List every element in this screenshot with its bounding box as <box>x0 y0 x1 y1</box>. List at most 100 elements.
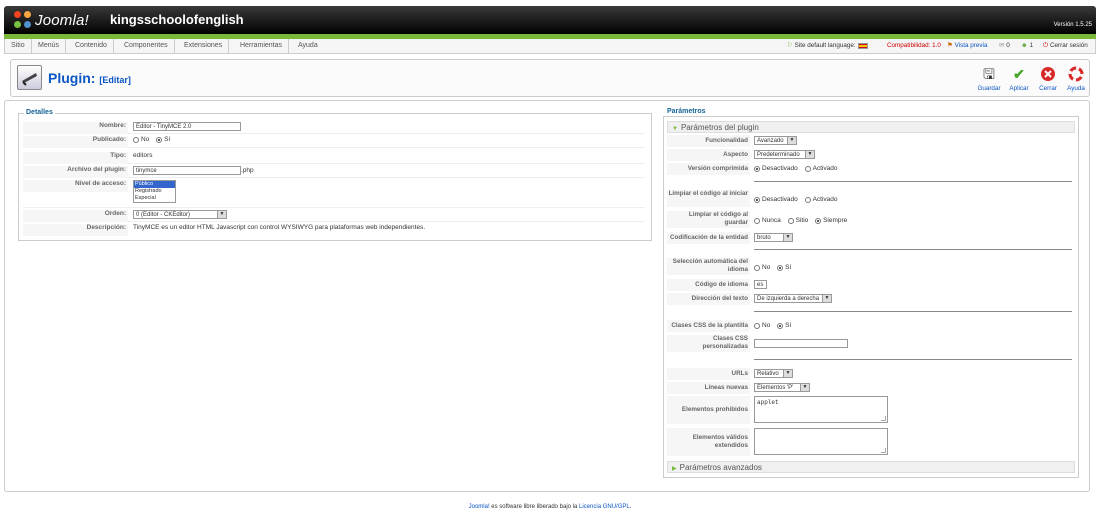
version-label: Versión comprimida <box>667 163 750 175</box>
access-listbox[interactable]: Público Registrado Especial <box>133 180 176 203</box>
type-row: Tipo: editors <box>23 150 645 164</box>
clases-no-label: No <box>762 322 771 329</box>
aspecto-value: Predeterminado <box>757 152 800 158</box>
plugin-icon <box>17 65 42 90</box>
lineas-label: Líneas nuevas <box>667 382 750 394</box>
main-menubar: Sitio Menús Contenido Componentes Extens… <box>4 39 1096 54</box>
site-language-label: Site default language: <box>794 42 856 49</box>
codificacion-select[interactable]: bruto ▼ <box>754 233 793 242</box>
menu-ayuda[interactable]: Ayuda <box>292 39 324 53</box>
file-label: Archivo del plugin: <box>23 166 128 178</box>
aspecto-label: Aspecto <box>667 149 750 161</box>
order-select[interactable]: 0 (Editor - CKEditor) ▼ <box>133 210 227 219</box>
close-button[interactable]: Cerrar <box>1034 66 1062 94</box>
version-on-radio[interactable] <box>804 165 811 172</box>
clases-si-radio[interactable] <box>777 322 784 329</box>
separator <box>754 249 1072 250</box>
menu-sitio[interactable]: Sitio <box>5 39 32 53</box>
funcionalidad-select[interactable]: Avanzado ▼ <box>754 136 797 145</box>
messages-icon: ✉ <box>999 42 1005 49</box>
access-option-registered[interactable]: Registrado <box>134 188 175 195</box>
lineas-select[interactable]: Elementos 'P' ▼ <box>754 383 810 392</box>
joomla-logo[interactable]: Joomla! <box>14 11 89 29</box>
messages-count[interactable]: ✉ 0 <box>999 39 1010 53</box>
plugin-params-header[interactable]: ▼ Parámetros del plugin <box>667 121 1075 133</box>
chevron-down-icon: ▼ <box>800 384 809 391</box>
description-value: TinyMCE es un editor HTML Javascript con… <box>133 224 426 231</box>
clases-no-radio[interactable] <box>754 322 760 329</box>
separator <box>754 311 1072 312</box>
type-label: Tipo: <box>23 152 128 164</box>
menu-extensiones[interactable]: Extensiones <box>178 39 230 53</box>
published-row: Publicado: No Sí <box>23 134 645 148</box>
menu-menus[interactable]: Menús <box>32 39 67 53</box>
compat-status: Compatibilidad: 1.0 <box>887 42 941 49</box>
page-subtitle: [Editar] <box>99 75 131 85</box>
logout-link[interactable]: ⏻ Cerrar sesión <box>1043 39 1088 53</box>
guardar-siempre-radio[interactable] <box>815 217 822 224</box>
expanded-triangle-icon: ▼ <box>672 126 678 132</box>
codificacion-label: Codificación de la entidad <box>667 232 750 244</box>
limpiar-on-label: Activado <box>812 196 838 203</box>
logo-text: Joomla! <box>35 11 89 29</box>
access-option-public[interactable]: Público <box>134 181 175 188</box>
menu-componentes[interactable]: Componentes <box>118 39 175 53</box>
menu-contenido[interactable]: Contenido <box>69 39 114 53</box>
close-icon <box>1039 66 1057 82</box>
clases-personalizadas-label: Clases CSS personalizadas <box>667 335 750 352</box>
users-icon: ☻ <box>1021 42 1028 49</box>
validos-textarea[interactable] <box>754 428 888 455</box>
help-button[interactable]: Ayuda <box>1062 66 1090 94</box>
file-input[interactable]: tinymce <box>133 166 241 175</box>
codificacion-value: bruto <box>757 235 771 241</box>
advanced-params-header[interactable]: ▶ Parámetros avanzados <box>667 461 1075 473</box>
aspecto-select[interactable]: Predeterminado ▼ <box>754 150 815 159</box>
apply-button[interactable]: ✔ Aplicar <box>1005 66 1033 94</box>
chevron-down-icon: ▼ <box>822 295 831 302</box>
joomla-link[interactable]: Joomla! <box>469 504 490 510</box>
description-row: Descripción: TinyMCE es un editor HTML J… <box>23 222 645 236</box>
help-label: Ayuda <box>1067 85 1085 92</box>
chevron-down-icon: ▼ <box>783 370 792 377</box>
guardar-sitio-radio[interactable] <box>787 217 794 224</box>
admin-header: Joomla! kingsschoolofenglish Versión 1.5… <box>4 6 1096 34</box>
logout-icon: ⏻ <box>1043 42 1048 49</box>
published-yes-radio[interactable] <box>156 136 163 143</box>
prohibidos-textarea[interactable]: applet <box>754 396 888 423</box>
preview-link[interactable]: ⚑ Vista previa <box>947 39 987 53</box>
version-off-radio[interactable] <box>754 165 760 172</box>
guardar-nunca-radio[interactable] <box>754 217 760 224</box>
published-no-radio[interactable] <box>133 136 139 143</box>
save-button[interactable]: 🖫 Guardar <box>975 66 1003 94</box>
direccion-select[interactable]: De izquierda a derecha ▼ <box>754 294 832 303</box>
seleccion-si-radio[interactable] <box>777 264 784 271</box>
direccion-label: Dirección del texto <box>667 293 750 305</box>
menu-herramientas[interactable]: Herramientas <box>234 39 290 53</box>
file-row: Archivo del plugin: tinymce .php <box>23 164 645 178</box>
users-value: 1 <box>1029 42 1034 49</box>
details-fieldset: Nombre: Editor - TinyMCE 2.0 Publicado: … <box>18 113 652 241</box>
limpiar-off-label: Desactivado <box>762 196 798 203</box>
license-link[interactable]: Licencia GNU/GPL <box>579 504 630 510</box>
plugin-params-title: Parámetros del plugin <box>680 123 759 132</box>
chevron-down-icon: ▼ <box>787 137 796 144</box>
chevron-down-icon: ▼ <box>805 151 814 158</box>
page-title: Plugin: [Editar] <box>48 70 131 86</box>
limpiar-on-radio[interactable] <box>804 196 811 203</box>
prohibidos-label: Elementos prohibidos <box>667 396 750 424</box>
site-language-status: ⚐ Site default language: <box>787 39 868 53</box>
seleccion-no-radio[interactable] <box>754 264 760 271</box>
seleccion-no-label: No <box>762 264 771 271</box>
access-option-special[interactable]: Especial <box>134 195 175 202</box>
published-no-label: No <box>141 136 150 143</box>
guardar-nunca-label: Nunca <box>762 217 781 224</box>
limpiar-off-radio[interactable] <box>754 196 760 203</box>
file-extension: .php <box>241 167 254 174</box>
name-input[interactable]: Editor - TinyMCE 2.0 <box>133 122 241 131</box>
codigo-idioma-input[interactable]: es <box>754 280 767 289</box>
validos-label: Elementos válidos extendidos <box>667 428 750 456</box>
urls-select[interactable]: Relativo ▼ <box>754 369 793 378</box>
users-count[interactable]: ☻ 1 <box>1021 39 1033 53</box>
clases-personalizadas-input[interactable] <box>754 339 848 348</box>
version-label: Versión 1.5.25 <box>1053 22 1092 28</box>
